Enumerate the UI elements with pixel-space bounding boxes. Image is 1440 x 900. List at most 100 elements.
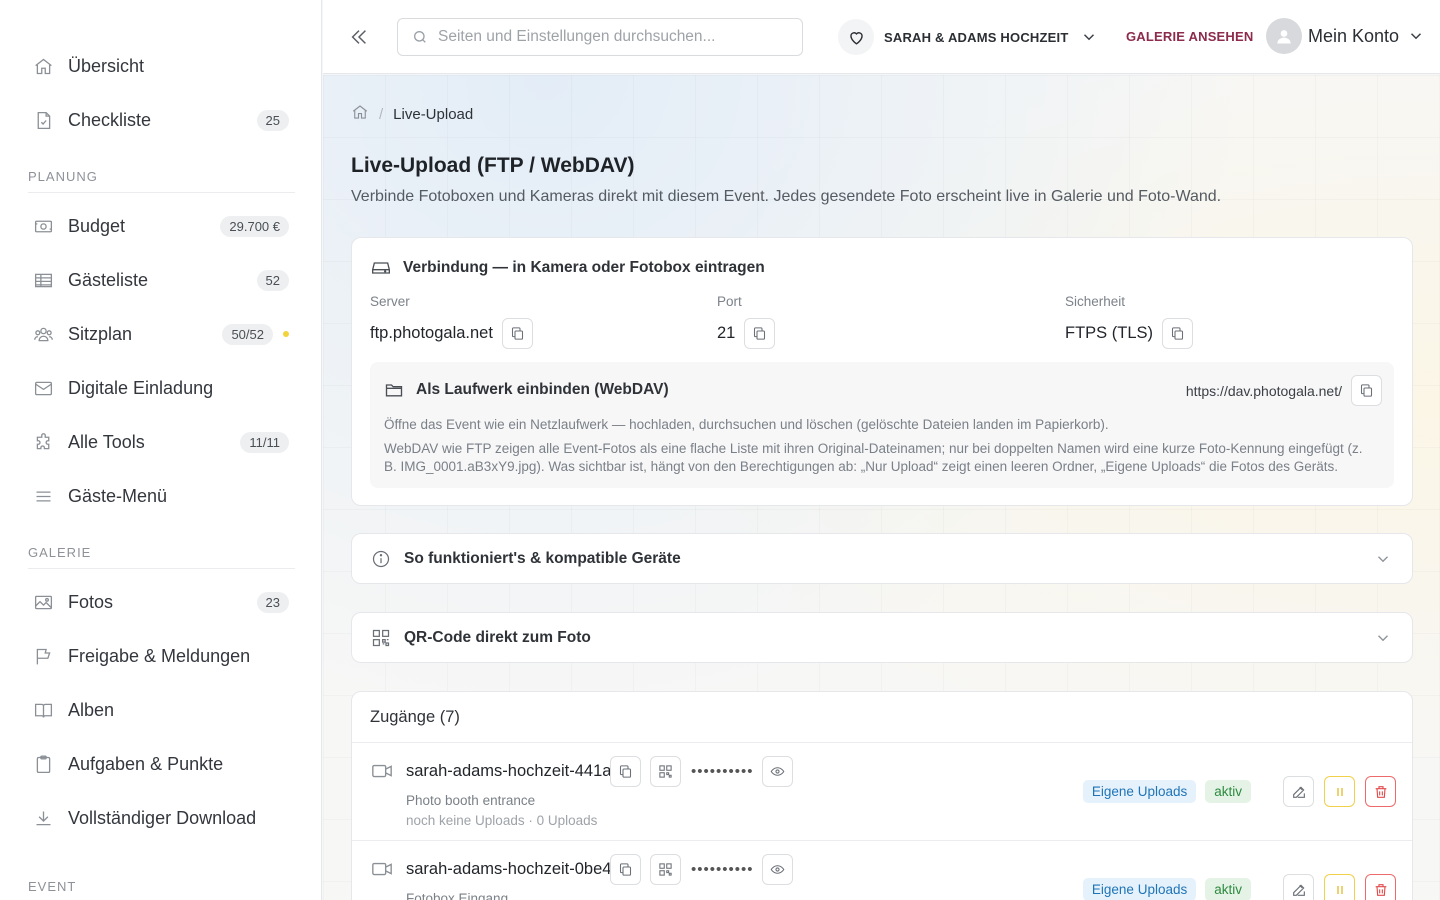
port-field: Port 21 <box>717 294 776 349</box>
sidebar-item-download[interactable]: Vollständiger Download <box>0 791 321 845</box>
sidebar-item-label: Fotos <box>68 591 114 612</box>
book-icon <box>32 699 54 721</box>
connection-card: Verbindung — in Kamera oder Fotobox eint… <box>351 237 1413 506</box>
sidebar-item-label: Alben <box>68 699 115 720</box>
heart-icon <box>838 19 874 55</box>
mail-icon <box>32 377 54 399</box>
sidebar-item-fotos[interactable]: Fotos 23 <box>0 575 321 629</box>
sidebar-item-label: Alle Tools <box>68 431 145 452</box>
sidebar-item-aufgaben[interactable]: Aufgaben & Punkte <box>0 737 321 791</box>
show-qr-button[interactable] <box>650 854 681 885</box>
sidebar-item-label: Vollständiger Download <box>68 807 257 828</box>
edit-icon <box>1292 884 1305 896</box>
event-switcher[interactable]: SARAH & ADAMS HOCHZEIT <box>838 19 1098 55</box>
delete-button[interactable] <box>1365 874 1396 900</box>
breadcrumb: / Live-Upload <box>351 103 473 125</box>
pause-button[interactable] <box>1324 776 1355 807</box>
sidebar-item-label: Digitale Einladung <box>68 377 214 398</box>
webdav-heading: Als Laufwerk einbinden (WebDAV) <box>384 380 669 400</box>
trash-icon <box>1375 883 1386 896</box>
copy-icon <box>511 327 523 340</box>
sidebar-item-label: Gäste-Menü <box>68 485 168 506</box>
edit-button[interactable] <box>1283 874 1314 900</box>
pause-icon <box>1336 885 1343 894</box>
sidebar-item-uebersicht[interactable]: Übersicht <box>0 39 321 93</box>
sidebar-item-label: Sitzplan <box>68 323 133 344</box>
sidebar-item-gaeste-menue[interactable]: Gäste-Menü <box>0 469 321 523</box>
copy-username-button[interactable] <box>610 854 641 885</box>
sidebar-item-label: Checkliste <box>68 109 152 130</box>
sidebar: Übersicht Checkliste 25 PLANUNG Budget 2… <box>0 0 322 900</box>
webdav-url-text: https://dav.photogala.net/ <box>1185 382 1342 399</box>
security-field: Sicherheit FTPS (TLS) <box>1065 294 1194 349</box>
count-badge: 50/52 <box>222 323 273 345</box>
access-row: sarah-adams-hochzeit-441a •••••••••• Pho… <box>352 743 1412 841</box>
copy-username-button[interactable] <box>610 756 641 787</box>
how-it-works-accordion[interactable]: So funktioniert's & kompatible Geräte <box>351 533 1413 584</box>
access-row-buttons: •••••••••• <box>610 854 793 885</box>
chevron-down-icon <box>1411 33 1422 40</box>
breadcrumb-separator: / <box>379 105 384 123</box>
copy-icon <box>754 327 766 340</box>
password-mask: •••••••••• <box>691 763 754 780</box>
divider <box>28 568 295 569</box>
security-value: FTPS (TLS) <box>1065 324 1154 342</box>
copy-security-button[interactable] <box>1162 318 1194 349</box>
sidebar-item-digitale-einladung[interactable]: Digitale Einladung <box>0 361 321 415</box>
copy-icon <box>1171 327 1184 340</box>
count-badge: 11/11 <box>240 431 289 453</box>
sidebar-item-label: Aufgaben & Punkte <box>68 753 224 774</box>
qr-code-accordion[interactable]: QR-Code direkt zum Foto <box>351 612 1413 663</box>
server-value: ftp.photogala.net <box>370 324 493 342</box>
collapse-sidebar-button[interactable] <box>343 21 375 53</box>
qr-code-label: QR-Code direkt zum Foto <box>404 628 591 646</box>
sidebar-item-alben[interactable]: Alben <box>0 683 321 737</box>
reveal-password-button[interactable] <box>761 756 793 787</box>
divider <box>28 192 295 193</box>
pause-button[interactable] <box>1324 874 1355 900</box>
edit-icon <box>1292 786 1305 798</box>
access-name: sarah-adams-hochzeit-441a <box>406 762 612 780</box>
webdav-panel: Als Laufwerk einbinden (WebDAV) https://… <box>370 362 1394 488</box>
sidebar-item-sitzplan[interactable]: Sitzplan 50/52 <box>0 307 321 361</box>
table-icon <box>32 269 54 291</box>
copy-port-button[interactable] <box>744 318 776 349</box>
security-label: Sicherheit <box>1065 294 1126 309</box>
edit-button[interactable] <box>1283 776 1314 807</box>
count-badge: 29.700 € <box>220 215 289 237</box>
webdav-details: WebDAV wie FTP zeigen alle Event-Fotos a… <box>384 441 1363 474</box>
double-chevron-left-icon <box>351 29 366 44</box>
search-box[interactable] <box>397 18 803 56</box>
reveal-password-button[interactable] <box>761 854 793 885</box>
access-row-buttons: •••••••••• <box>610 756 793 787</box>
permission-badge: Eigene Uploads <box>1082 780 1197 803</box>
trash-icon <box>1375 785 1386 798</box>
view-gallery-link[interactable]: GALERIE ANSEHEN <box>1126 29 1253 44</box>
account-menu[interactable]: Mein Konto <box>1266 18 1425 54</box>
sidebar-item-budget[interactable]: Budget 29.700 € <box>0 199 321 253</box>
image-icon <box>32 591 54 613</box>
access-description: Fotobox Eingang <box>406 891 509 900</box>
how-it-works-label: So funktioniert's & kompatible Geräte <box>404 549 681 567</box>
copy-server-button[interactable] <box>501 318 533 349</box>
copy-webdav-url-button[interactable] <box>1351 375 1382 406</box>
show-qr-button[interactable] <box>650 756 681 787</box>
count-badge: 25 <box>256 109 289 131</box>
server-field: Server ftp.photogala.net <box>370 294 533 349</box>
sidebar-item-checkliste[interactable]: Checkliste 25 <box>0 93 321 147</box>
sidebar-item-gaesteliste[interactable]: Gästeliste 52 <box>0 253 321 307</box>
delete-button[interactable] <box>1365 776 1396 807</box>
page-subtitle: Verbinde Fotoboxen und Kameras direkt mi… <box>351 188 1222 205</box>
sidebar-item-label: Übersicht <box>68 55 145 76</box>
port-label: Port <box>717 294 742 309</box>
section-heading-planung: PLANUNG <box>28 169 98 184</box>
home-icon[interactable] <box>351 103 369 125</box>
search-icon <box>414 31 426 43</box>
sidebar-item-label: Freigabe & Meldungen <box>68 645 251 666</box>
page-title: Live-Upload (FTP / WebDAV) <box>351 154 635 177</box>
users-icon <box>32 323 54 345</box>
search-input[interactable] <box>438 28 778 46</box>
sidebar-item-freigabe[interactable]: Freigabe & Meldungen <box>0 629 321 683</box>
sidebar-item-alle-tools[interactable]: Alle Tools 11/11 <box>0 415 321 469</box>
sidebar-nav: Übersicht Checkliste 25 PLANUNG Budget 2… <box>0 0 321 900</box>
